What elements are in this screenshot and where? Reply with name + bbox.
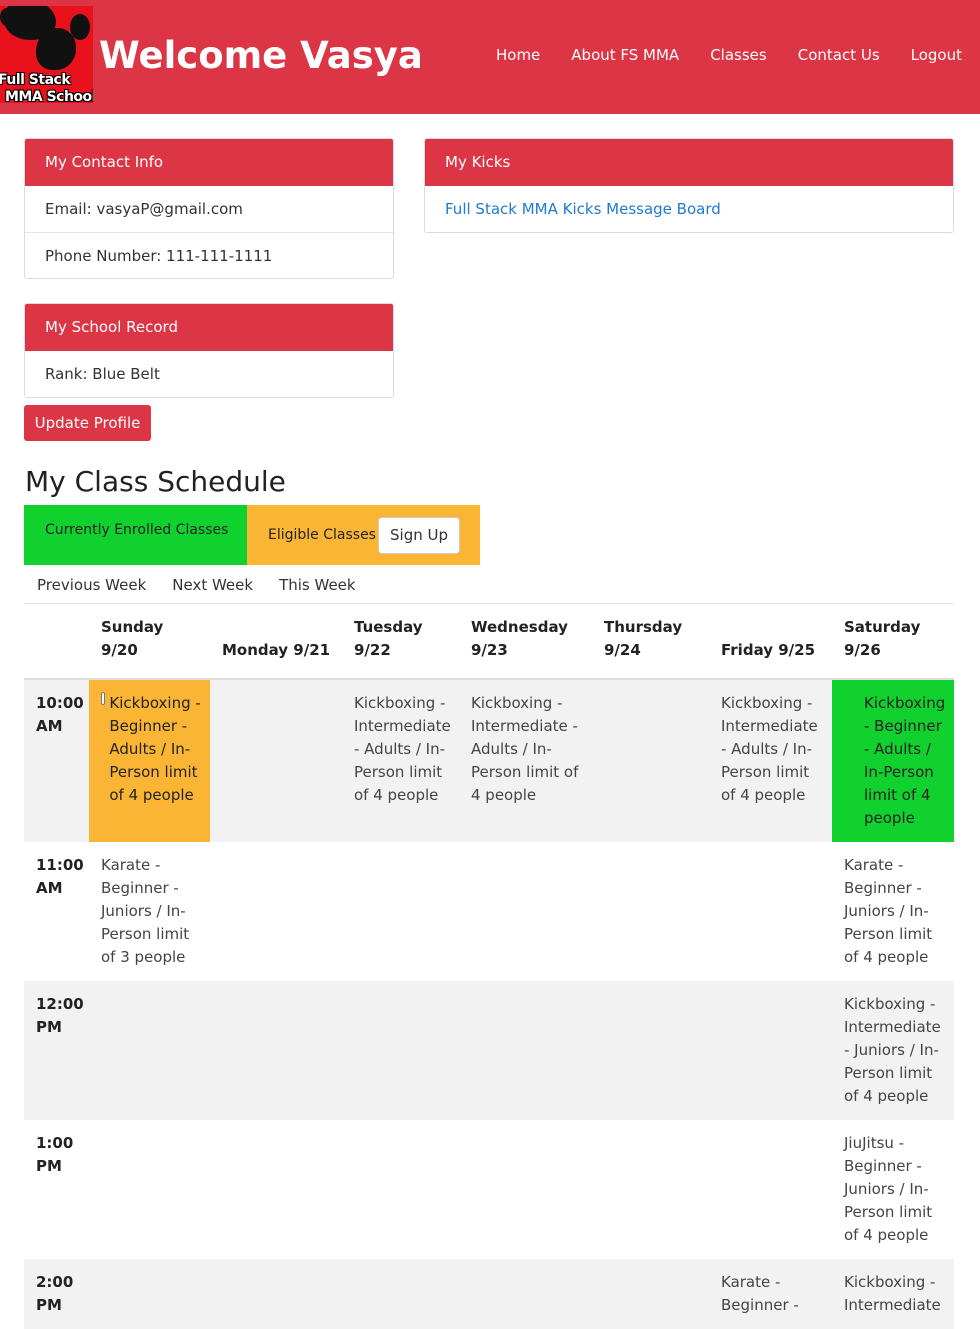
day-header: Thursday 9/24 [592,604,709,680]
nav-logout-link[interactable]: Logout [911,45,962,65]
kicks-row: Full Stack MMA Kicks Message Board [425,186,953,232]
contact-info-heading: My Contact Info [25,139,393,186]
class-cell [89,981,210,1120]
legend-enrolled: Currently Enrolled Classes [24,505,247,565]
time-slot: 12:00 PM [24,981,89,1120]
schedule-row: 1:00 PM JiuJitsu - Beginner - Juniors / … [24,1120,954,1259]
class-cell [342,1120,459,1259]
day-header: Sunday 9/20 [89,604,210,680]
previous-week-button[interactable]: Previous Week [24,567,159,603]
welcome-title: Welcome Vasya [99,34,423,77]
schedule-row: 10:00 AM Kickboxing - Beginner - Adults … [24,679,954,842]
class-cell [709,842,832,981]
day-header: Saturday 9/26 [832,604,954,680]
this-week-button[interactable]: This Week [266,567,369,603]
schedule-row: 12:00 PM Kickboxing - Intermediate - Jun… [24,981,954,1120]
day-header: Monday 9/21 [210,604,342,680]
class-cell: Karate - Beginner - [709,1259,832,1329]
nav-classes-link[interactable]: Classes [710,45,767,65]
contact-phone: Phone Number: 111-111-1111 [25,232,393,278]
my-kicks-card: My Kicks Full Stack MMA Kicks Message Bo… [424,138,954,233]
nav-contact-link[interactable]: Contact Us [798,45,880,65]
schedule-header-row: Sunday 9/20 Monday 9/21 Tuesday 9/22 Wed… [24,604,954,680]
class-cell: Karate - Beginner - Juniors / In-Person … [844,856,933,966]
schedule-row: 2:00 PM Karate - Beginner - Kickboxing -… [24,1259,954,1329]
time-slot: 1:00 PM [36,1134,74,1175]
school-logo[interactable]: Full Stack MMA School [0,6,93,103]
class-schedule-table: Sunday 9/20 Monday 9/21 Tuesday 9/22 Wed… [24,604,954,1329]
schedule-row: 11:00 AM Karate - Beginner - Juniors / I… [24,842,954,981]
time-slot: 11:00 AM [36,856,84,897]
day-header: Tuesday 9/22 [342,604,459,680]
class-cell [592,679,709,842]
school-record-card: My School Record Rank: Blue Belt [24,303,394,398]
class-cell [342,981,459,1120]
class-cell [709,981,832,1120]
class-cell: Kickboxing - Intermediate - Adults / In-… [342,679,459,842]
class-cell-text: Kickboxing - Beginner - Adults / In-Pers… [109,694,201,804]
class-cell [210,1259,342,1329]
class-cell [592,1120,709,1259]
time-slot: 10:00 AM [24,679,89,842]
time-header [24,604,89,680]
class-cell [459,1120,592,1259]
class-cell [210,679,342,842]
time-slot: 2:00 PM [24,1259,89,1329]
class-cell [459,1259,592,1329]
navbar: Full Stack MMA School Welcome Vasya Home… [0,0,980,114]
update-profile-button[interactable]: Update Profile [24,405,151,441]
day-header: Friday 9/25 [709,604,832,680]
logo-text-line2: MMA School [5,89,93,104]
kicks-message-board-link[interactable]: Full Stack MMA Kicks Message Board [445,200,721,218]
class-cell [342,842,459,981]
class-cell [459,842,592,981]
class-cell-eligible[interactable]: Kickboxing - Beginner - Adults / In-Pers… [89,679,210,842]
class-cell: Karate - Beginner - Juniors / In-Person … [101,856,190,966]
rank-value: Rank: Blue Belt [45,365,160,383]
contact-info-card: My Contact Info Email: vasyaP@gmail.com … [24,138,394,279]
logo-text-line1: Full Stack [0,72,71,88]
class-cell [592,1259,709,1329]
class-cell: Kickboxing - Intermediate - Adults / In-… [459,679,592,842]
my-kicks-heading: My Kicks [425,139,953,186]
class-cell [89,1120,210,1259]
class-cell [210,842,342,981]
class-cell [459,981,592,1120]
school-record-heading: My School Record [25,304,393,351]
class-cell-enrolled[interactable]: Kickboxing - Beginner - Adults / In-Pers… [832,679,954,842]
class-cell [592,981,709,1120]
class-select-checkbox[interactable] [101,692,106,705]
class-cell: Kickboxing - Intermediate - Adults / In-… [709,679,832,842]
nav-links: Home About FS MMA Classes Contact Us Log… [465,45,962,65]
class-schedule-title: My Class Schedule [25,465,286,498]
nav-about-link[interactable]: About FS MMA [571,45,679,65]
class-cell [342,1259,459,1329]
week-nav: Previous Week Next Week This Week [24,567,954,604]
sign-up-button[interactable]: Sign Up [378,517,460,554]
nav-home-link[interactable]: Home [496,45,540,65]
class-cell [592,842,709,981]
class-cell: JiuJitsu - Beginner - Juniors / In-Perso… [844,1134,933,1244]
class-cell [709,1120,832,1259]
class-cell: Kickboxing - Intermediate [832,1259,954,1329]
class-cell [210,1120,342,1259]
class-cell [89,1259,210,1329]
contact-email: Email: vasyaP@gmail.com [45,200,243,218]
day-header: Wednesday 9/23 [459,604,592,680]
next-week-button[interactable]: Next Week [159,567,266,603]
class-cell [210,981,342,1120]
class-cell: Kickboxing - Intermediate - Juniors / In… [832,981,954,1120]
